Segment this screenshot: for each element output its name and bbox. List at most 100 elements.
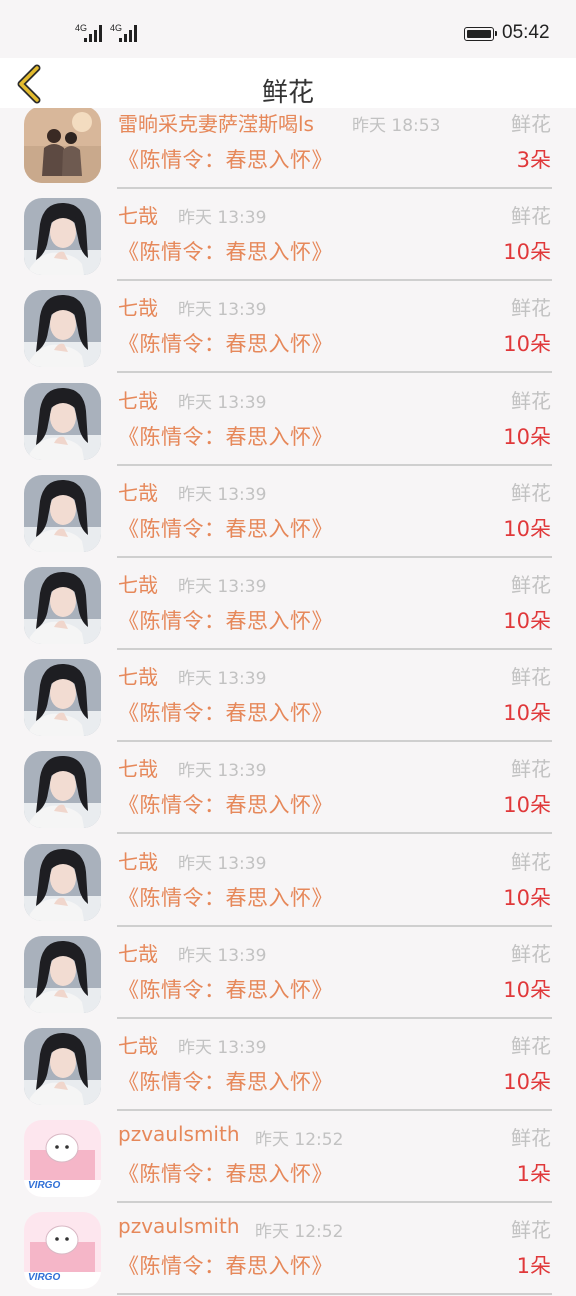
drama-title-link[interactable]: 《陈情令：春思入怀》 <box>118 697 333 727</box>
username[interactable]: pzvaulsmith <box>118 1122 240 1146</box>
gift-count: 10朵 <box>503 885 551 910</box>
gift-type: 鲜花 <box>511 665 551 690</box>
timestamp: 昨天 13:39 <box>178 1038 267 1058</box>
drama-title-link[interactable]: 《陈情令：春思入怀》 <box>118 605 333 635</box>
divider <box>117 648 552 650</box>
avatar[interactable] <box>24 106 101 183</box>
list-item[interactable]: 七哉 昨天 13:39 鲜花 《陈情令：春思入怀》 10朵 <box>0 743 576 835</box>
divider <box>117 555 552 558</box>
username[interactable]: 七哉 <box>118 477 158 506</box>
navigation-bar: 鲜花 <box>0 58 576 108</box>
status-time: 05:42 <box>502 22 550 43</box>
list-item[interactable]: 七哉 昨天 13:39 鲜花 《陈情令：春思入怀》 10朵 <box>0 282 576 374</box>
avatar[interactable] <box>24 382 101 460</box>
list-item[interactable]: 七哉 昨天 13:39 鲜花 《陈情令：春思入怀》 10朵 <box>0 928 576 1020</box>
drama-title-link[interactable]: 《陈情令：春思入怀》 <box>118 328 333 358</box>
avatar[interactable] <box>24 935 101 1013</box>
avatar-caption: VIRGO <box>28 1272 61 1284</box>
divider <box>117 832 552 835</box>
signal-strength-icon-1 <box>84 24 104 42</box>
username[interactable]: 七哉 <box>118 661 158 690</box>
avatar-caption: VIRGO <box>28 1180 61 1192</box>
divider <box>117 1109 552 1111</box>
drama-title-link[interactable]: 《陈情令：春思入怀》 <box>118 421 333 451</box>
gift-type: 鲜花 <box>511 941 551 966</box>
gift-count: 1朵 <box>516 1162 551 1187</box>
timestamp: 昨天 13:39 <box>178 208 267 229</box>
username[interactable]: 七哉 <box>118 292 158 321</box>
list-item[interactable]: 七哉 昨天 13:39 鲜花 《陈情令：春思入怀》 10朵 <box>0 651 576 743</box>
gift-count: 10朵 <box>503 516 551 541</box>
list-item[interactable]: 七哉 昨天 13:39 鲜花 《陈情令：春思入怀》 10朵 <box>0 836 576 928</box>
divider <box>117 1201 552 1204</box>
avatar[interactable] <box>24 567 101 644</box>
timestamp: 昨天 13:39 <box>178 853 267 874</box>
username[interactable]: 七哉 <box>118 385 158 414</box>
list-item[interactable]: VIRGO pzvaulsmith 昨天 12:52 鲜花 《陈情令：春思入怀》… <box>0 1204 576 1296</box>
drama-title-link[interactable]: 《陈情令：春思入怀》 <box>118 1066 333 1096</box>
gift-type: 鲜花 <box>511 1034 551 1058</box>
username[interactable]: 七哉 <box>118 938 158 967</box>
timestamp: 昨天 13:39 <box>178 761 267 782</box>
list-item[interactable]: 七哉 昨天 13:39 鲜花 《陈情令：春思入怀》 10朵 <box>0 190 576 282</box>
username[interactable]: 七哉 <box>118 200 158 229</box>
page-title: 鲜花 <box>261 78 314 108</box>
gift-type: 鲜花 <box>511 388 551 413</box>
gift-type: 鲜花 <box>511 204 551 229</box>
gift-count: 10朵 <box>503 240 551 265</box>
drama-title-link[interactable]: 《陈情令：春思入怀》 <box>118 974 333 1004</box>
timestamp: 昨天 18:53 <box>352 116 441 136</box>
timestamp: 昨天 12:52 <box>255 1130 344 1151</box>
avatar[interactable] <box>24 843 101 921</box>
divider <box>117 924 552 927</box>
avatar[interactable]: VIRGO <box>24 1212 101 1290</box>
divider <box>117 187 552 189</box>
drama-title-link[interactable]: 《陈情令：春思入怀》 <box>118 236 333 266</box>
drama-title-link[interactable]: 《陈情令：春思入怀》 <box>118 513 333 543</box>
username[interactable]: 七哉 <box>118 569 158 598</box>
gift-count: 10朵 <box>503 609 551 633</box>
gift-type: 鲜花 <box>511 757 551 782</box>
timestamp: 昨天 13:39 <box>178 300 267 321</box>
avatar[interactable] <box>24 290 101 368</box>
drama-title-link[interactable]: 《陈情令：春思入怀》 <box>118 882 333 912</box>
timestamp: 昨天 13:39 <box>178 945 267 966</box>
divider <box>117 1016 552 1019</box>
status-bar: 4G 4G 05:42 <box>0 0 576 58</box>
divider <box>117 740 552 743</box>
drama-title-link[interactable]: 《陈情令：春思入怀》 <box>118 1158 333 1188</box>
avatar[interactable] <box>24 1028 101 1105</box>
divider <box>117 371 552 374</box>
username[interactable]: 雷晌采克妻萨滢斯喝ls <box>118 108 314 137</box>
list-item[interactable]: 七哉 昨天 13:39 鲜花 《陈情令：春思入怀》 10朵 <box>0 1020 576 1112</box>
signal-strength-icon-2 <box>119 24 139 42</box>
avatar[interactable]: VIRGO <box>24 1120 101 1198</box>
timestamp: 昨天 13:39 <box>178 577 267 597</box>
gift-count: 10朵 <box>503 701 551 726</box>
avatar[interactable] <box>24 474 101 552</box>
list-item[interactable]: VIRGO pzvaulsmith 昨天 12:52 鲜花 《陈情令：春思入怀》… <box>0 1112 576 1204</box>
divider <box>117 463 552 466</box>
list-item[interactable]: 七哉 昨天 13:39 鲜花 《陈情令：春思入怀》 10朵 <box>0 467 576 559</box>
timestamp: 昨天 13:39 <box>178 392 267 413</box>
gift-count: 10朵 <box>503 1070 551 1094</box>
list-item[interactable]: 七哉 昨天 13:39 鲜花 《陈情令：春思入怀》 10朵 <box>0 559 576 651</box>
list-item[interactable]: 七哉 昨天 13:39 鲜花 《陈情令：春思入怀》 10朵 <box>0 375 576 467</box>
gift-type: 鲜花 <box>511 849 551 874</box>
avatar[interactable] <box>24 659 101 737</box>
battery-icon <box>464 27 497 41</box>
drama-title-link[interactable]: 《陈情令：春思入怀》 <box>118 789 333 819</box>
timestamp: 昨天 12:52 <box>255 1222 344 1243</box>
username[interactable]: pzvaulsmith <box>118 1214 240 1238</box>
gift-count: 3朵 <box>516 148 551 172</box>
gift-type: 鲜花 <box>511 1126 551 1151</box>
avatar[interactable] <box>24 751 101 829</box>
drama-title-link[interactable]: 《陈情令：春思入怀》 <box>118 1250 333 1280</box>
list-item[interactable]: 雷晌采克妻萨滢斯喝ls 昨天 18:53 鲜花 《陈情令：春思入怀》 3朵 <box>0 98 576 190</box>
username[interactable]: 七哉 <box>118 1030 158 1059</box>
username[interactable]: 七哉 <box>118 846 158 875</box>
avatar[interactable] <box>24 198 101 276</box>
drama-title-link[interactable]: 《陈情令：春思入怀》 <box>118 144 333 174</box>
username[interactable]: 七哉 <box>118 753 158 782</box>
gift-count: 10朵 <box>503 793 551 818</box>
